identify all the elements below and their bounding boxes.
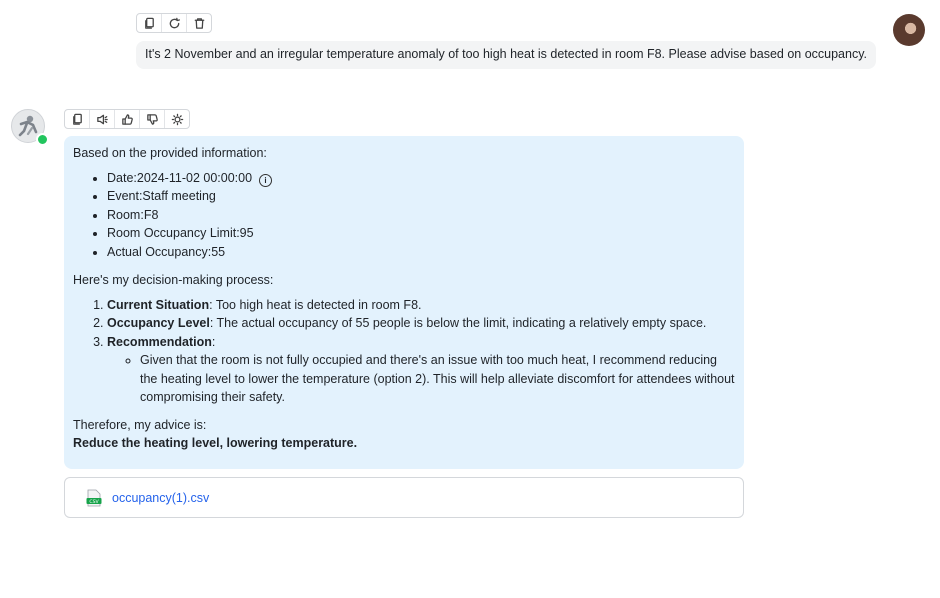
copy-icon <box>144 17 154 29</box>
steps-list: Current Situation: Too high heat is dete… <box>73 296 735 407</box>
fact-item: Date:2024-11-02 00:00:00i <box>107 169 735 188</box>
assistant-message-toolbar <box>64 109 190 129</box>
assistant-message-bubble: Based on the provided information: Date:… <box>64 136 744 469</box>
step-item: Recommendation: Given that the room is n… <box>107 333 735 407</box>
online-status-dot <box>36 133 49 146</box>
insight-button[interactable] <box>165 110 189 128</box>
info-icon[interactable]: i <box>259 173 273 187</box>
speaker-icon <box>96 114 108 124</box>
user-message-bubble: It's 2 November and an irregular tempera… <box>136 41 876 69</box>
trash-icon <box>194 17 204 29</box>
fact-item: Room Occupancy Limit:95 <box>107 224 735 243</box>
advice-intro-text: Therefore, my advice is: <box>73 417 207 432</box>
lightbulb-icon <box>171 113 183 125</box>
fact-item: Event:Staff meeting <box>107 187 735 206</box>
user-message-text: It's 2 November and an irregular tempera… <box>145 47 868 61</box>
thumbs-down-icon <box>146 113 158 125</box>
intro-text: Based on the provided information: <box>73 146 267 160</box>
advice-text: Reduce the heating level, lowering tempe… <box>73 436 358 450</box>
recommendation-detail: Given that the room is not fully occupie… <box>140 351 735 407</box>
user-avatar[interactable] <box>893 14 925 46</box>
csv-file-icon: CSV <box>86 489 102 506</box>
file-attachment[interactable]: CSV occupancy(1).csv <box>64 477 744 518</box>
recommendation-sublist: Given that the room is not fully occupie… <box>107 351 735 407</box>
step-item: Occupancy Level: The actual occupancy of… <box>107 314 735 333</box>
copy-icon <box>72 113 82 125</box>
regenerate-button[interactable] <box>162 14 187 32</box>
svg-text:CSV: CSV <box>89 498 99 504</box>
copy-button[interactable] <box>137 14 162 32</box>
facts-list: Date:2024-11-02 00:00:00i Event:Staff me… <box>73 169 735 262</box>
step-item: Current Situation: Too high heat is dete… <box>107 296 735 315</box>
thumbs-up-button[interactable] <box>115 110 140 128</box>
attachment-filename-link[interactable]: occupancy(1).csv <box>112 491 209 505</box>
process-intro-text: Here's my decision-making process: <box>73 273 274 287</box>
copy-button[interactable] <box>65 110 90 128</box>
delete-button[interactable] <box>187 14 211 32</box>
thumbs-down-button[interactable] <box>140 110 165 128</box>
user-message-toolbar <box>136 13 212 33</box>
read-aloud-button[interactable] <box>90 110 115 128</box>
thumbs-up-icon <box>121 113 133 125</box>
refresh-icon <box>169 17 180 28</box>
fact-item: Actual Occupancy:55 <box>107 243 735 262</box>
fact-item: Room:F8 <box>107 206 735 225</box>
